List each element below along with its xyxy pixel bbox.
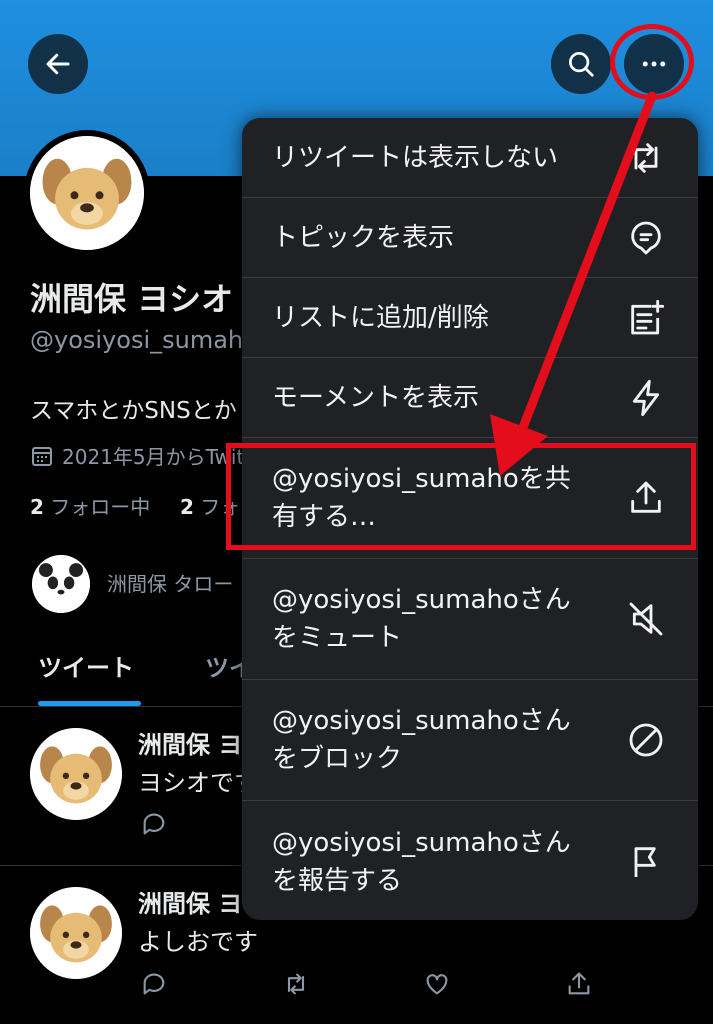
annotation-arrow (490, 91, 657, 476)
